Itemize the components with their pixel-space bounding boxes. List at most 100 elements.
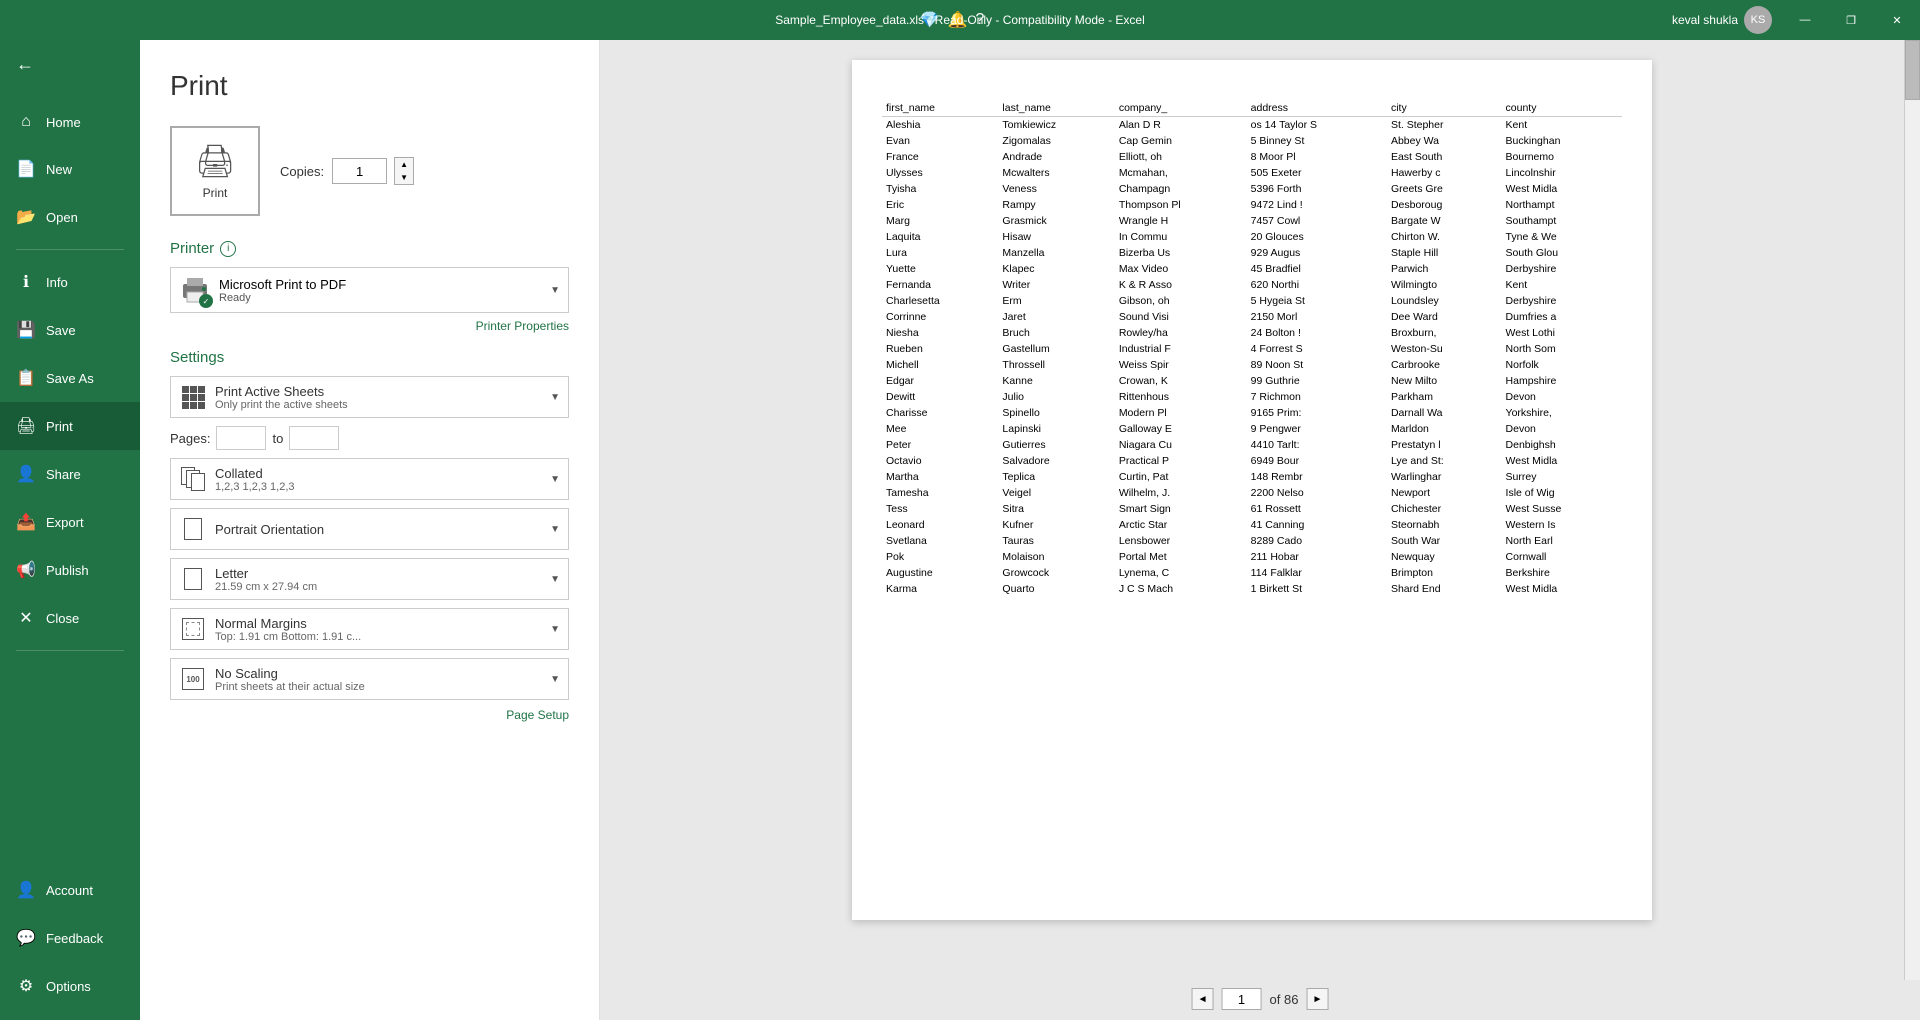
pages-from-input[interactable] [216,426,266,450]
table-cell: Marg [882,213,998,229]
sidebar-item-open[interactable]: 📂 Open [0,193,140,241]
sidebar-item-open-label: Open [46,210,78,225]
print-button[interactable]: 🖨 Print [170,126,260,216]
print-title: Print [170,70,569,102]
table-row: EricRampyThompson Pl9472 Lind !Desboroug… [882,197,1622,213]
collated-dropdown[interactable]: Collated 1,2,3 1,2,3 1,2,3 ▼ [170,458,569,500]
table-row: CorrinneJaretSound Visi2150 MorlDee Ward… [882,309,1622,325]
table-cell: Molaison [998,549,1114,565]
table-cell: 24 Bolton ! [1247,325,1387,341]
prev-page-button[interactable]: ◄ [1192,988,1214,1010]
table-cell: Gutierres [998,437,1114,453]
table-cell: Lynema, C [1115,565,1247,581]
table-cell: 45 Bradfiel [1247,261,1387,277]
sidebar-item-publish[interactable]: 📢 Publish [0,546,140,594]
minimize-button[interactable]: — [1782,0,1828,40]
table-cell: Veness [998,181,1114,197]
page-setup-link[interactable]: Page Setup [170,708,569,722]
table-cell: Edgar [882,373,998,389]
paper-sub: 21.59 cm x 27.94 cm [215,581,542,593]
paper-text: Letter 21.59 cm x 27.94 cm [215,566,542,593]
table-cell: 61 Rossett [1247,501,1387,517]
preview-scroll-thumb[interactable] [1905,40,1920,100]
copies-down-button[interactable]: ▼ [395,171,413,184]
sidebar-item-info[interactable]: ℹ Info [0,258,140,306]
table-cell: Arctic Star [1115,517,1247,533]
paper-dropdown[interactable]: Letter 21.59 cm x 27.94 cm ▼ [170,558,569,600]
col-header-lastname: last_name [998,100,1114,117]
sidebar-item-feedback[interactable]: 💬 Feedback [0,914,140,962]
table-cell: Loundsley [1387,293,1502,309]
sidebar-item-saveas[interactable]: 📋 Save As [0,354,140,402]
collated-sub: 1,2,3 1,2,3 1,2,3 [215,481,542,493]
table-row: PeterGutierresNiagara Cu4410 Tarlt:Prest… [882,437,1622,453]
table-cell: Gibson, oh [1115,293,1247,309]
table-cell: Alan D R [1115,117,1247,134]
table-cell: 8 Moor Pl [1247,149,1387,165]
printer-properties-link[interactable]: Printer Properties [170,319,569,333]
table-cell: Ulysses [882,165,998,181]
margins-dropdown[interactable]: Normal Margins Top: 1.91 cm Bottom: 1.91… [170,608,569,650]
table-cell: Throssell [998,357,1114,373]
sidebar-item-new[interactable]: 📄 New [0,145,140,193]
table-cell: Crowan, K [1115,373,1247,389]
avatar: KS [1744,6,1772,34]
table-cell: Brimpton [1387,565,1502,581]
publish-icon: 📢 [16,560,36,580]
new-icon: 📄 [16,159,36,179]
table-cell: Norfolk [1502,357,1622,373]
pages-to-label: to [272,431,283,446]
sidebar-item-home[interactable]: ⌂ Home [0,99,140,145]
table-cell: Kent [1502,277,1622,293]
orientation-dropdown[interactable]: Portrait Orientation ▼ [170,508,569,550]
table-cell: Corrinne [882,309,998,325]
close-button[interactable]: ✕ [1874,0,1920,40]
next-page-button[interactable]: ► [1306,988,1328,1010]
sidebar: ← ⌂ Home 📄 New 📂 Open ℹ Info 💾 Save [0,40,140,1020]
restore-button[interactable]: ❐ [1828,0,1874,40]
table-cell: Yorkshire, [1502,405,1622,421]
page-number-input[interactable] [1222,988,1262,1010]
table-cell: Klapec [998,261,1114,277]
copies-up-button[interactable]: ▲ [395,158,413,171]
print-active-main: Print Active Sheets [215,384,542,399]
table-row: LuraManzellaBizerba Us929 AugusStaple Hi… [882,245,1622,261]
table-cell: Berkshire [1502,565,1622,581]
table-cell: Isle of Wig [1502,485,1622,501]
sidebar-item-share[interactable]: 👤 Share [0,450,140,498]
pages-to-input[interactable] [289,426,339,450]
table-cell: Fernanda [882,277,998,293]
table-cell: Rampy [998,197,1114,213]
print-active-arrow: ▼ [550,392,560,403]
main-layout: ← ⌂ Home 📄 New 📂 Open ℹ Info 💾 Save [0,40,1920,1020]
table-cell: Charlesetta [882,293,998,309]
printer-select[interactable]: ✓ Microsoft Print to PDF Ready ▼ [170,267,569,313]
table-cell: Staple Hill [1387,245,1502,261]
table-cell: Hawerby c [1387,165,1502,181]
copies-input[interactable] [332,158,387,184]
sidebar-item-close[interactable]: ✕ Close [0,594,140,642]
sidebar-item-options-label: Options [46,979,91,994]
table-cell: Bargate W [1387,213,1502,229]
table-cell: West Midla [1502,453,1622,469]
printer-info-icon[interactable]: i [220,241,236,257]
print-active-sheets-dropdown[interactable]: Print Active Sheets Only print the activ… [170,376,569,418]
user-info[interactable]: keval shukla KS [1662,6,1782,34]
preview-scrollbar[interactable] [1904,40,1920,980]
scaling-dropdown[interactable]: 100 No Scaling Print sheets at their act… [170,658,569,700]
sidebar-item-account[interactable]: 👤 Account [0,866,140,914]
table-cell: Tomkiewicz [998,117,1114,134]
table-cell: Carbrooke [1387,357,1502,373]
print-active-text: Print Active Sheets Only print the activ… [215,384,542,411]
scaling-icon: 100 [179,665,207,693]
sidebar-item-print[interactable]: 🖨 Print [0,402,140,450]
table-cell: Darnall Wa [1387,405,1502,421]
table-cell: Rueben [882,341,998,357]
table-cell: Growcock [998,565,1114,581]
sidebar-item-save[interactable]: 💾 Save [0,306,140,354]
sidebar-item-export[interactable]: 📤 Export [0,498,140,546]
table-cell: Octavio [882,453,998,469]
back-button[interactable]: ← [0,40,140,89]
sidebar-item-options[interactable]: ⚙ Options [0,962,140,1010]
table-cell: 505 Exeter [1247,165,1387,181]
